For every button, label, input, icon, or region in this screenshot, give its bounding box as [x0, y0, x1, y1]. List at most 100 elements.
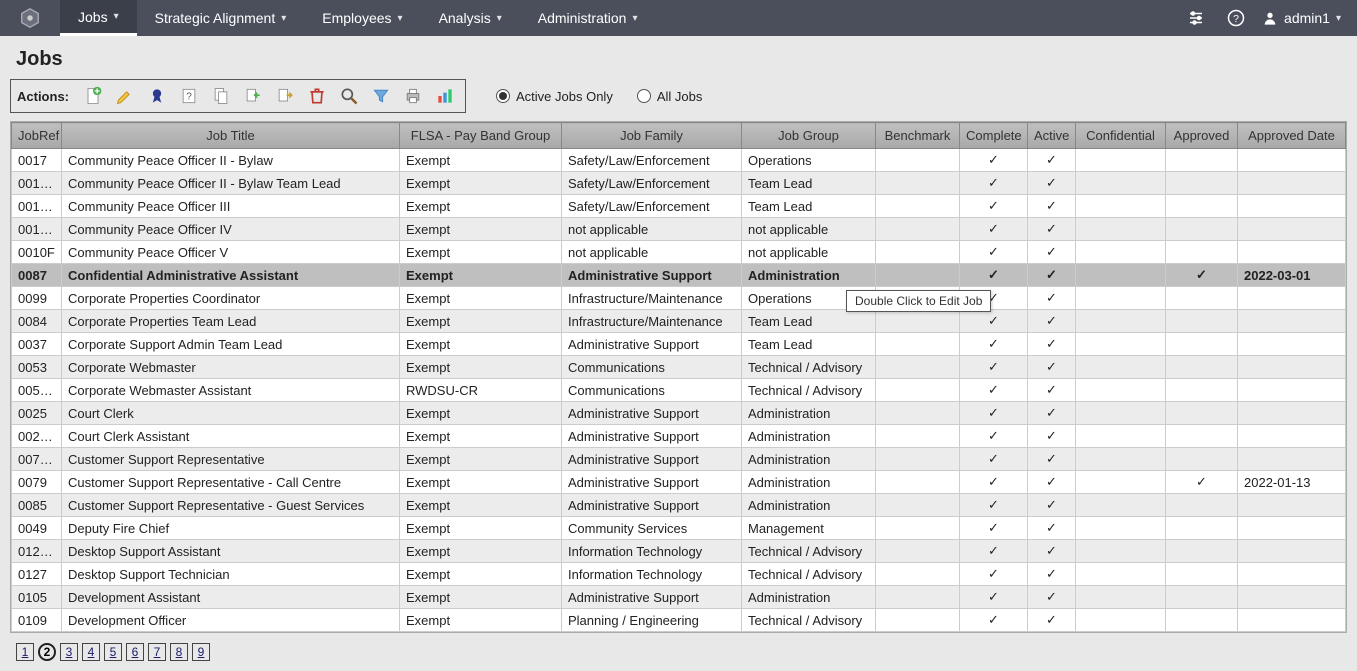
table-row[interactable]: 0053Corporate WebmasterExemptCommunicati…: [12, 356, 1346, 379]
chevron-down-icon: ▾: [114, 11, 119, 22]
cell-group: Team Lead: [742, 310, 876, 333]
settings-sliders-icon[interactable]: [1176, 0, 1216, 36]
cell-ref: 0010C: [12, 195, 62, 218]
cell-benchmark: [876, 218, 960, 241]
table-row[interactable]: 0127Desktop Support TechnicianExemptInfo…: [12, 563, 1346, 586]
table-row[interactable]: 0053ACorporate Webmaster AssistantRWDSU-…: [12, 379, 1346, 402]
cell-title: Community Peace Officer II - Bylaw Team …: [62, 172, 400, 195]
cell-flsa: Exempt: [400, 218, 562, 241]
app-logo[interactable]: [0, 0, 60, 36]
column-header-family[interactable]: Job Family: [562, 123, 742, 149]
cell-confidential: [1076, 448, 1166, 471]
nav-item-strategic-alignment[interactable]: Strategic Alignment▾: [137, 0, 305, 36]
table-row[interactable]: 0025ACourt Clerk AssistantExemptAdminist…: [12, 425, 1346, 448]
cell-benchmark: [876, 310, 960, 333]
print-button[interactable]: [399, 82, 427, 110]
table-row[interactable]: 0079ACustomer Support RepresentativeExem…: [12, 448, 1346, 471]
page-button-2[interactable]: 2: [38, 643, 56, 661]
table-row[interactable]: 0109Development OfficerExemptPlanning / …: [12, 609, 1346, 632]
column-header-complete[interactable]: Complete: [960, 123, 1028, 149]
delete-button[interactable]: [303, 82, 331, 110]
cell-approved_date: 2022-03-01: [1238, 264, 1346, 287]
page-button-1[interactable]: 1: [16, 643, 34, 661]
cell-confidential: [1076, 425, 1166, 448]
cell-benchmark: [876, 195, 960, 218]
page-button-5[interactable]: 5: [104, 643, 122, 661]
cell-approved: [1166, 609, 1238, 632]
filter-button[interactable]: [367, 82, 395, 110]
table-row[interactable]: 0025Court ClerkExemptAdministrative Supp…: [12, 402, 1346, 425]
column-header-title[interactable]: Job Title: [62, 123, 400, 149]
table-row[interactable]: 0037Corporate Support Admin Team LeadExe…: [12, 333, 1346, 356]
import-button[interactable]: [239, 82, 267, 110]
nav-item-analysis[interactable]: Analysis▾: [421, 0, 520, 36]
help-icon[interactable]: ?: [1216, 0, 1256, 36]
table-row[interactable]: 0127ADesktop Support AssistantExemptInfo…: [12, 540, 1346, 563]
search-button[interactable]: [335, 82, 363, 110]
cell-ref: 0017: [12, 149, 62, 172]
nav-item-employees[interactable]: Employees▾: [304, 0, 420, 36]
cell-approved_date: [1238, 172, 1346, 195]
column-header-group[interactable]: Job Group: [742, 123, 876, 149]
table-row[interactable]: 0099Corporate Properties CoordinatorExem…: [12, 287, 1346, 310]
cell-ref: 0084: [12, 310, 62, 333]
cell-ref: 0017A: [12, 172, 62, 195]
table-row[interactable]: 0087Confidential Administrative Assistan…: [12, 264, 1346, 287]
cell-approved_date: 2022-01-13: [1238, 471, 1346, 494]
cell-benchmark: [876, 149, 960, 172]
jobs-grid: JobRefJob TitleFLSA - Pay Band GroupJob …: [10, 121, 1347, 633]
cell-group: Administration: [742, 425, 876, 448]
column-header-active[interactable]: Active: [1028, 123, 1076, 149]
chart-button[interactable]: [431, 82, 459, 110]
table-row[interactable]: 0010ECommunity Peace Officer IVExemptnot…: [12, 218, 1346, 241]
page-button-7[interactable]: 7: [148, 643, 166, 661]
page-button-8[interactable]: 8: [170, 643, 188, 661]
cell-group: Operations: [742, 149, 876, 172]
column-header-approved_date[interactable]: Approved Date: [1238, 123, 1346, 149]
table-row[interactable]: 0010CCommunity Peace Officer IIIExemptSa…: [12, 195, 1346, 218]
cell-benchmark: [876, 356, 960, 379]
table-row[interactable]: 0084Corporate Properties Team LeadExempt…: [12, 310, 1346, 333]
cell-ref: 0053A: [12, 379, 62, 402]
pagination: 123456789: [10, 633, 1347, 667]
page-button-6[interactable]: 6: [126, 643, 144, 661]
radio-all-jobs[interactable]: All Jobs: [637, 89, 703, 104]
cell-approved_date: [1238, 494, 1346, 517]
column-header-approved[interactable]: Approved: [1166, 123, 1238, 149]
page-button-9[interactable]: 9: [192, 643, 210, 661]
cell-ref: 0127: [12, 563, 62, 586]
table-row[interactable]: 0085Customer Support Representative - Gu…: [12, 494, 1346, 517]
user-menu[interactable]: admin1 ▾: [1256, 0, 1357, 36]
table-row[interactable]: 0017Community Peace Officer II - BylawEx…: [12, 149, 1346, 172]
award-icon-button[interactable]: [143, 82, 171, 110]
cell-confidential: [1076, 494, 1166, 517]
column-header-ref[interactable]: JobRef: [12, 123, 62, 149]
column-header-flsa[interactable]: FLSA - Pay Band Group: [400, 123, 562, 149]
cell-active: ✓: [1028, 540, 1076, 563]
cell-title: Development Assistant: [62, 586, 400, 609]
cell-flsa: Exempt: [400, 425, 562, 448]
column-header-benchmark[interactable]: Benchmark: [876, 123, 960, 149]
add-job-button[interactable]: [79, 82, 107, 110]
nav-item-label: Employees: [322, 10, 391, 26]
table-row[interactable]: 0049Deputy Fire ChiefExemptCommunity Ser…: [12, 517, 1346, 540]
actions-toolbar: Actions: ?: [10, 79, 466, 113]
copy-button[interactable]: [207, 82, 235, 110]
cell-title: Corporate Support Admin Team Lead: [62, 333, 400, 356]
radio-active-jobs-only[interactable]: Active Jobs Only: [496, 89, 613, 104]
nav-item-jobs[interactable]: Jobs▾: [60, 0, 137, 36]
cell-complete: ✓: [960, 402, 1028, 425]
form-wizard-button[interactable]: ?: [175, 82, 203, 110]
cell-confidential: [1076, 218, 1166, 241]
edit-button[interactable]: [111, 82, 139, 110]
table-row[interactable]: 0010FCommunity Peace Officer VExemptnot …: [12, 241, 1346, 264]
page-button-4[interactable]: 4: [82, 643, 100, 661]
table-row[interactable]: 0105Development AssistantExemptAdministr…: [12, 586, 1346, 609]
table-row[interactable]: 0079Customer Support Representative - Ca…: [12, 471, 1346, 494]
column-header-confidential[interactable]: Confidential: [1076, 123, 1166, 149]
export-button[interactable]: [271, 82, 299, 110]
page-button-3[interactable]: 3: [60, 643, 78, 661]
cell-active: ✓: [1028, 379, 1076, 402]
table-row[interactable]: 0017ACommunity Peace Officer II - Bylaw …: [12, 172, 1346, 195]
nav-item-administration[interactable]: Administration▾: [520, 0, 656, 36]
